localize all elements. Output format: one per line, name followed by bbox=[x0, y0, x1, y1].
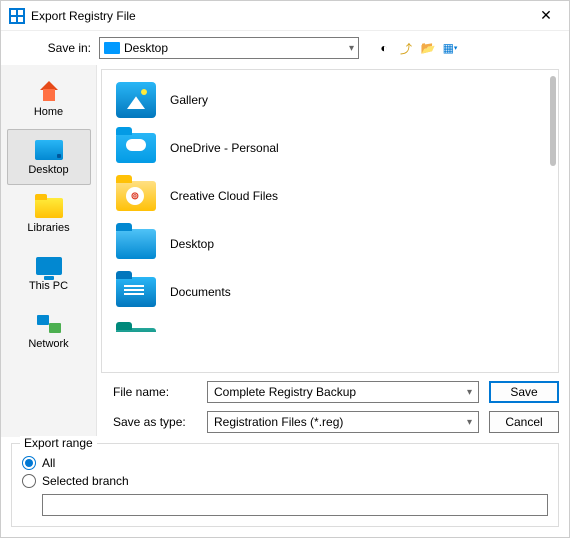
file-item-partial[interactable] bbox=[108, 316, 552, 332]
network-icon bbox=[37, 315, 61, 333]
saveastype-row: Save as type: Registration Files (*.reg)… bbox=[97, 407, 569, 437]
onedrive-icon bbox=[116, 133, 156, 163]
file-label: Gallery bbox=[170, 93, 208, 107]
file-item-gallery[interactable]: Gallery bbox=[108, 76, 552, 124]
export-registry-dialog: Export Registry File ✕ Save in: Desktop … bbox=[0, 0, 570, 538]
chevron-down-icon: ▾ bbox=[349, 43, 354, 54]
place-label: Libraries bbox=[27, 222, 69, 234]
place-thispc[interactable]: This PC bbox=[7, 245, 91, 301]
export-range-legend: Export range bbox=[20, 436, 97, 450]
save-button[interactable]: Save bbox=[489, 381, 559, 403]
chevron-down-icon: ▾ bbox=[467, 387, 472, 398]
main-area: Home Desktop Libraries This PC Network bbox=[1, 65, 569, 437]
place-network[interactable]: Network bbox=[7, 303, 91, 359]
place-desktop[interactable]: Desktop bbox=[7, 129, 91, 185]
branch-input[interactable] bbox=[42, 494, 548, 516]
file-item-creativecloud[interactable]: ⊚ Creative Cloud Files bbox=[108, 172, 552, 220]
libraries-icon bbox=[35, 198, 63, 218]
export-range-group: Export range All Selected branch bbox=[11, 443, 559, 527]
views-button[interactable]: ▦▾ bbox=[441, 39, 459, 57]
folder-icon bbox=[104, 42, 120, 54]
desktop-icon bbox=[35, 140, 63, 160]
place-label: Home bbox=[34, 106, 63, 118]
filename-combo[interactable]: Complete Registry Backup ▾ bbox=[207, 381, 479, 403]
save-in-row: Save in: Desktop ▾ ◐ ⤴ 📂 ▦▾ bbox=[1, 31, 569, 65]
documents-icon bbox=[116, 277, 156, 307]
desktop-folder-icon bbox=[116, 229, 156, 259]
back-button[interactable]: ◐ bbox=[375, 39, 393, 57]
saveastype-value: Registration Files (*.reg) bbox=[214, 415, 343, 429]
file-item-documents[interactable]: Documents bbox=[108, 268, 552, 316]
place-home[interactable]: Home bbox=[7, 71, 91, 127]
up-button[interactable]: ⤴ bbox=[397, 39, 415, 57]
save-in-value: Desktop bbox=[124, 41, 168, 55]
scrollbar[interactable] bbox=[550, 76, 556, 166]
creativecloud-icon: ⊚ bbox=[116, 181, 156, 211]
dialog-title: Export Registry File bbox=[31, 9, 531, 23]
monitor-icon bbox=[36, 257, 62, 275]
file-item-desktop[interactable]: Desktop bbox=[108, 220, 552, 268]
file-area: Gallery OneDrive - Personal ⊚ Creative C… bbox=[97, 65, 569, 437]
save-in-label: Save in: bbox=[11, 41, 91, 55]
saveastype-combo[interactable]: Registration Files (*.reg) ▾ bbox=[207, 411, 479, 433]
filename-row: File name: Complete Registry Backup ▾ Sa… bbox=[97, 377, 569, 407]
close-button[interactable]: ✕ bbox=[531, 1, 561, 31]
regedit-icon bbox=[9, 8, 25, 24]
radio-selected-label: Selected branch bbox=[42, 474, 129, 488]
places-bar: Home Desktop Libraries This PC Network bbox=[1, 65, 97, 437]
place-label: Desktop bbox=[28, 164, 68, 176]
file-label: Desktop bbox=[170, 237, 214, 251]
file-label: Creative Cloud Files bbox=[170, 189, 278, 203]
file-list[interactable]: Gallery OneDrive - Personal ⊚ Creative C… bbox=[101, 69, 559, 373]
save-in-combo[interactable]: Desktop ▾ bbox=[99, 37, 359, 59]
radio-all-label: All bbox=[42, 456, 55, 470]
radio-selected-row[interactable]: Selected branch bbox=[22, 474, 548, 488]
folder-icon bbox=[116, 328, 156, 332]
file-item-onedrive[interactable]: OneDrive - Personal bbox=[108, 124, 552, 172]
radio-selected-branch[interactable] bbox=[22, 474, 36, 488]
titlebar: Export Registry File ✕ bbox=[1, 1, 569, 31]
cancel-button[interactable]: Cancel bbox=[489, 411, 559, 433]
radio-all[interactable] bbox=[22, 456, 36, 470]
gallery-icon bbox=[116, 82, 156, 118]
new-folder-button[interactable]: 📂 bbox=[419, 39, 437, 57]
radio-all-row[interactable]: All bbox=[22, 456, 548, 470]
saveastype-label: Save as type: bbox=[107, 415, 197, 429]
filename-label: File name: bbox=[107, 385, 197, 399]
chevron-down-icon: ▾ bbox=[467, 417, 472, 428]
home-icon bbox=[36, 81, 62, 103]
toolbar-icons: ◐ ⤴ 📂 ▦▾ bbox=[375, 39, 459, 57]
file-label: OneDrive - Personal bbox=[170, 141, 279, 155]
place-label: This PC bbox=[29, 280, 68, 292]
place-libraries[interactable]: Libraries bbox=[7, 187, 91, 243]
filename-value: Complete Registry Backup bbox=[214, 385, 356, 399]
place-label: Network bbox=[28, 338, 68, 350]
file-label: Documents bbox=[170, 285, 231, 299]
